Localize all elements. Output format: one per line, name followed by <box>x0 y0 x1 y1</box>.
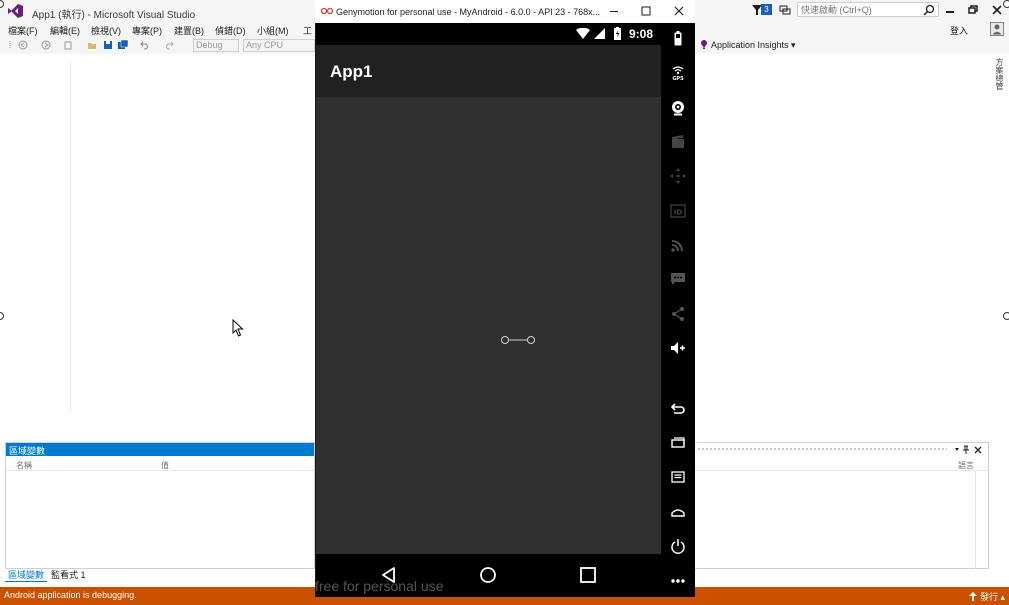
android-status-bar: 9:08 <box>316 23 661 45</box>
android-app-bar: App1 <box>316 45 661 97</box>
panel-grip[interactable] <box>697 447 947 452</box>
status-text: Android application is debugging. <box>4 590 137 600</box>
menu-build[interactable]: 建置(B) <box>174 24 204 37</box>
webcam-icon[interactable] <box>670 100 686 116</box>
dpad-icon[interactable] <box>670 168 686 184</box>
header-divider <box>6 470 314 471</box>
minimize-button[interactable] <box>941 2 959 18</box>
menu-edit[interactable]: 編輯(E) <box>50 24 80 37</box>
undo-icon[interactable] <box>140 40 150 50</box>
menu-file[interactable]: 檔案(F) <box>8 24 38 37</box>
solution-configuration-dropdown[interactable]: Debug <box>193 39 239 52</box>
genymotion-close-button[interactable] <box>671 3 687 19</box>
menu-view[interactable]: 檢視(V) <box>91 24 121 37</box>
loading-indicator-icon <box>501 336 535 344</box>
locals-panel-header[interactable]: 區域變數 <box>6 443 314 456</box>
arrow-up-icon <box>969 592 978 601</box>
maximize-icon <box>641 6 651 16</box>
application-insights-button[interactable]: Application Insights ▾ <box>700 40 796 51</box>
android-screen[interactable]: 9:08 App1 <box>316 23 661 597</box>
genymotion-title-bar[interactable]: Genymotion for personal use - MyAndroid … <box>315 0 695 23</box>
menu-icon[interactable] <box>670 469 686 485</box>
account-icon[interactable] <box>990 22 1004 36</box>
application-insights-icon <box>701 40 707 49</box>
window-title: App1 (執行) - Microsoft Visual Studio <box>32 10 196 21</box>
svg-text:ID: ID <box>674 209 683 217</box>
search-icon[interactable] <box>923 4 935 16</box>
open-file-icon[interactable] <box>87 40 97 50</box>
quick-launch[interactable] <box>797 2 939 17</box>
sign-in-link[interactable]: 登入 <box>950 24 968 37</box>
menu-team[interactable]: 小組(M) <box>257 24 289 37</box>
menu-tools[interactable]: 工 <box>303 24 312 37</box>
genymotion-window: Genymotion for personal use - MyAndroid … <box>315 0 695 597</box>
output-panel: 語言 <box>695 442 989 569</box>
volume-icon[interactable] <box>670 340 686 356</box>
recent-apps-icon[interactable] <box>670 435 686 451</box>
cell-signal-icon <box>594 28 605 39</box>
panel-window-controls-icon[interactable] <box>953 444 983 455</box>
genymotion-logo-icon <box>321 7 333 15</box>
feedback-icon[interactable] <box>779 4 791 16</box>
rss-icon[interactable] <box>670 237 686 253</box>
column-divider <box>975 471 976 569</box>
home-icon[interactable] <box>670 504 686 520</box>
notification-badge[interactable]: 3 <box>761 4 772 15</box>
toolbar-grip-icon <box>9 41 11 49</box>
genymotion-minimize-button[interactable] <box>606 3 622 19</box>
camera-icon[interactable] <box>670 134 686 150</box>
wifi-icon <box>576 28 590 39</box>
android-content[interactable] <box>316 97 661 554</box>
application-insights-label: Application Insights <box>711 40 789 50</box>
navigate-back-icon[interactable] <box>18 40 28 50</box>
menu-debug[interactable]: 偵錯(D) <box>215 24 246 37</box>
locals-panel-title: 區域變數 <box>9 446 46 456</box>
back-icon[interactable] <box>670 400 686 416</box>
tab-watch-1[interactable]: 監看式 1 <box>48 569 89 582</box>
restore-button[interactable] <box>964 2 982 18</box>
menu-project[interactable]: 專案(P) <box>132 24 162 37</box>
editor-margin <box>70 62 71 412</box>
sms-icon[interactable] <box>670 271 686 287</box>
android-home-icon[interactable] <box>479 566 497 584</box>
battery-icon <box>614 27 621 40</box>
close-icon <box>674 6 684 16</box>
redo-icon[interactable] <box>164 40 174 50</box>
power-icon[interactable] <box>670 538 686 554</box>
mouse-cursor-icon <box>232 319 244 337</box>
genymotion-side-toolbar: GPS ID <box>661 23 695 597</box>
minimize-icon <box>946 11 954 13</box>
resize-handle-top-right[interactable] <box>1003 0 1009 8</box>
svg-text:GPS: GPS <box>672 76 684 81</box>
navigate-forward-icon[interactable] <box>41 40 51 50</box>
panel-controls <box>953 444 983 457</box>
new-project-icon[interactable] <box>63 40 73 50</box>
minimize-icon <box>610 11 618 12</box>
tab-locals[interactable]: 區域變數 <box>5 569 48 582</box>
publish-button[interactable]: 發行 ▴ <box>969 590 1005 603</box>
save-all-icon[interactable] <box>118 40 128 50</box>
restore-icon <box>968 5 978 14</box>
quick-launch-input[interactable] <box>801 4 919 15</box>
android-recents-icon[interactable] <box>579 566 597 584</box>
share-icon[interactable] <box>670 306 686 322</box>
android-clock: 9:08 <box>629 27 654 41</box>
watermark-text: free for personal use <box>315 578 444 594</box>
publish-label: 發行 <box>979 592 998 602</box>
solution-platform-dropdown[interactable]: Any CPU <box>243 39 315 52</box>
genymotion-title: Genymotion for personal use - MyAndroid … <box>336 7 601 17</box>
genymotion-maximize-button[interactable] <box>638 3 654 19</box>
locals-panel: 區域變數 名稱 值 <box>5 442 315 569</box>
more-icon[interactable] <box>670 573 686 589</box>
battery-icon[interactable] <box>670 31 686 47</box>
gps-icon[interactable]: GPS <box>670 65 686 81</box>
android-app-title: App1 <box>330 62 373 81</box>
visual-studio-logo-icon <box>8 4 23 18</box>
resize-handle-right[interactable] <box>1003 312 1009 320</box>
save-icon[interactable] <box>103 40 113 50</box>
header-divider <box>695 470 988 471</box>
solution-explorer-tab[interactable]: 方案總管 <box>992 58 1004 98</box>
id-icon[interactable]: ID <box>670 203 686 219</box>
